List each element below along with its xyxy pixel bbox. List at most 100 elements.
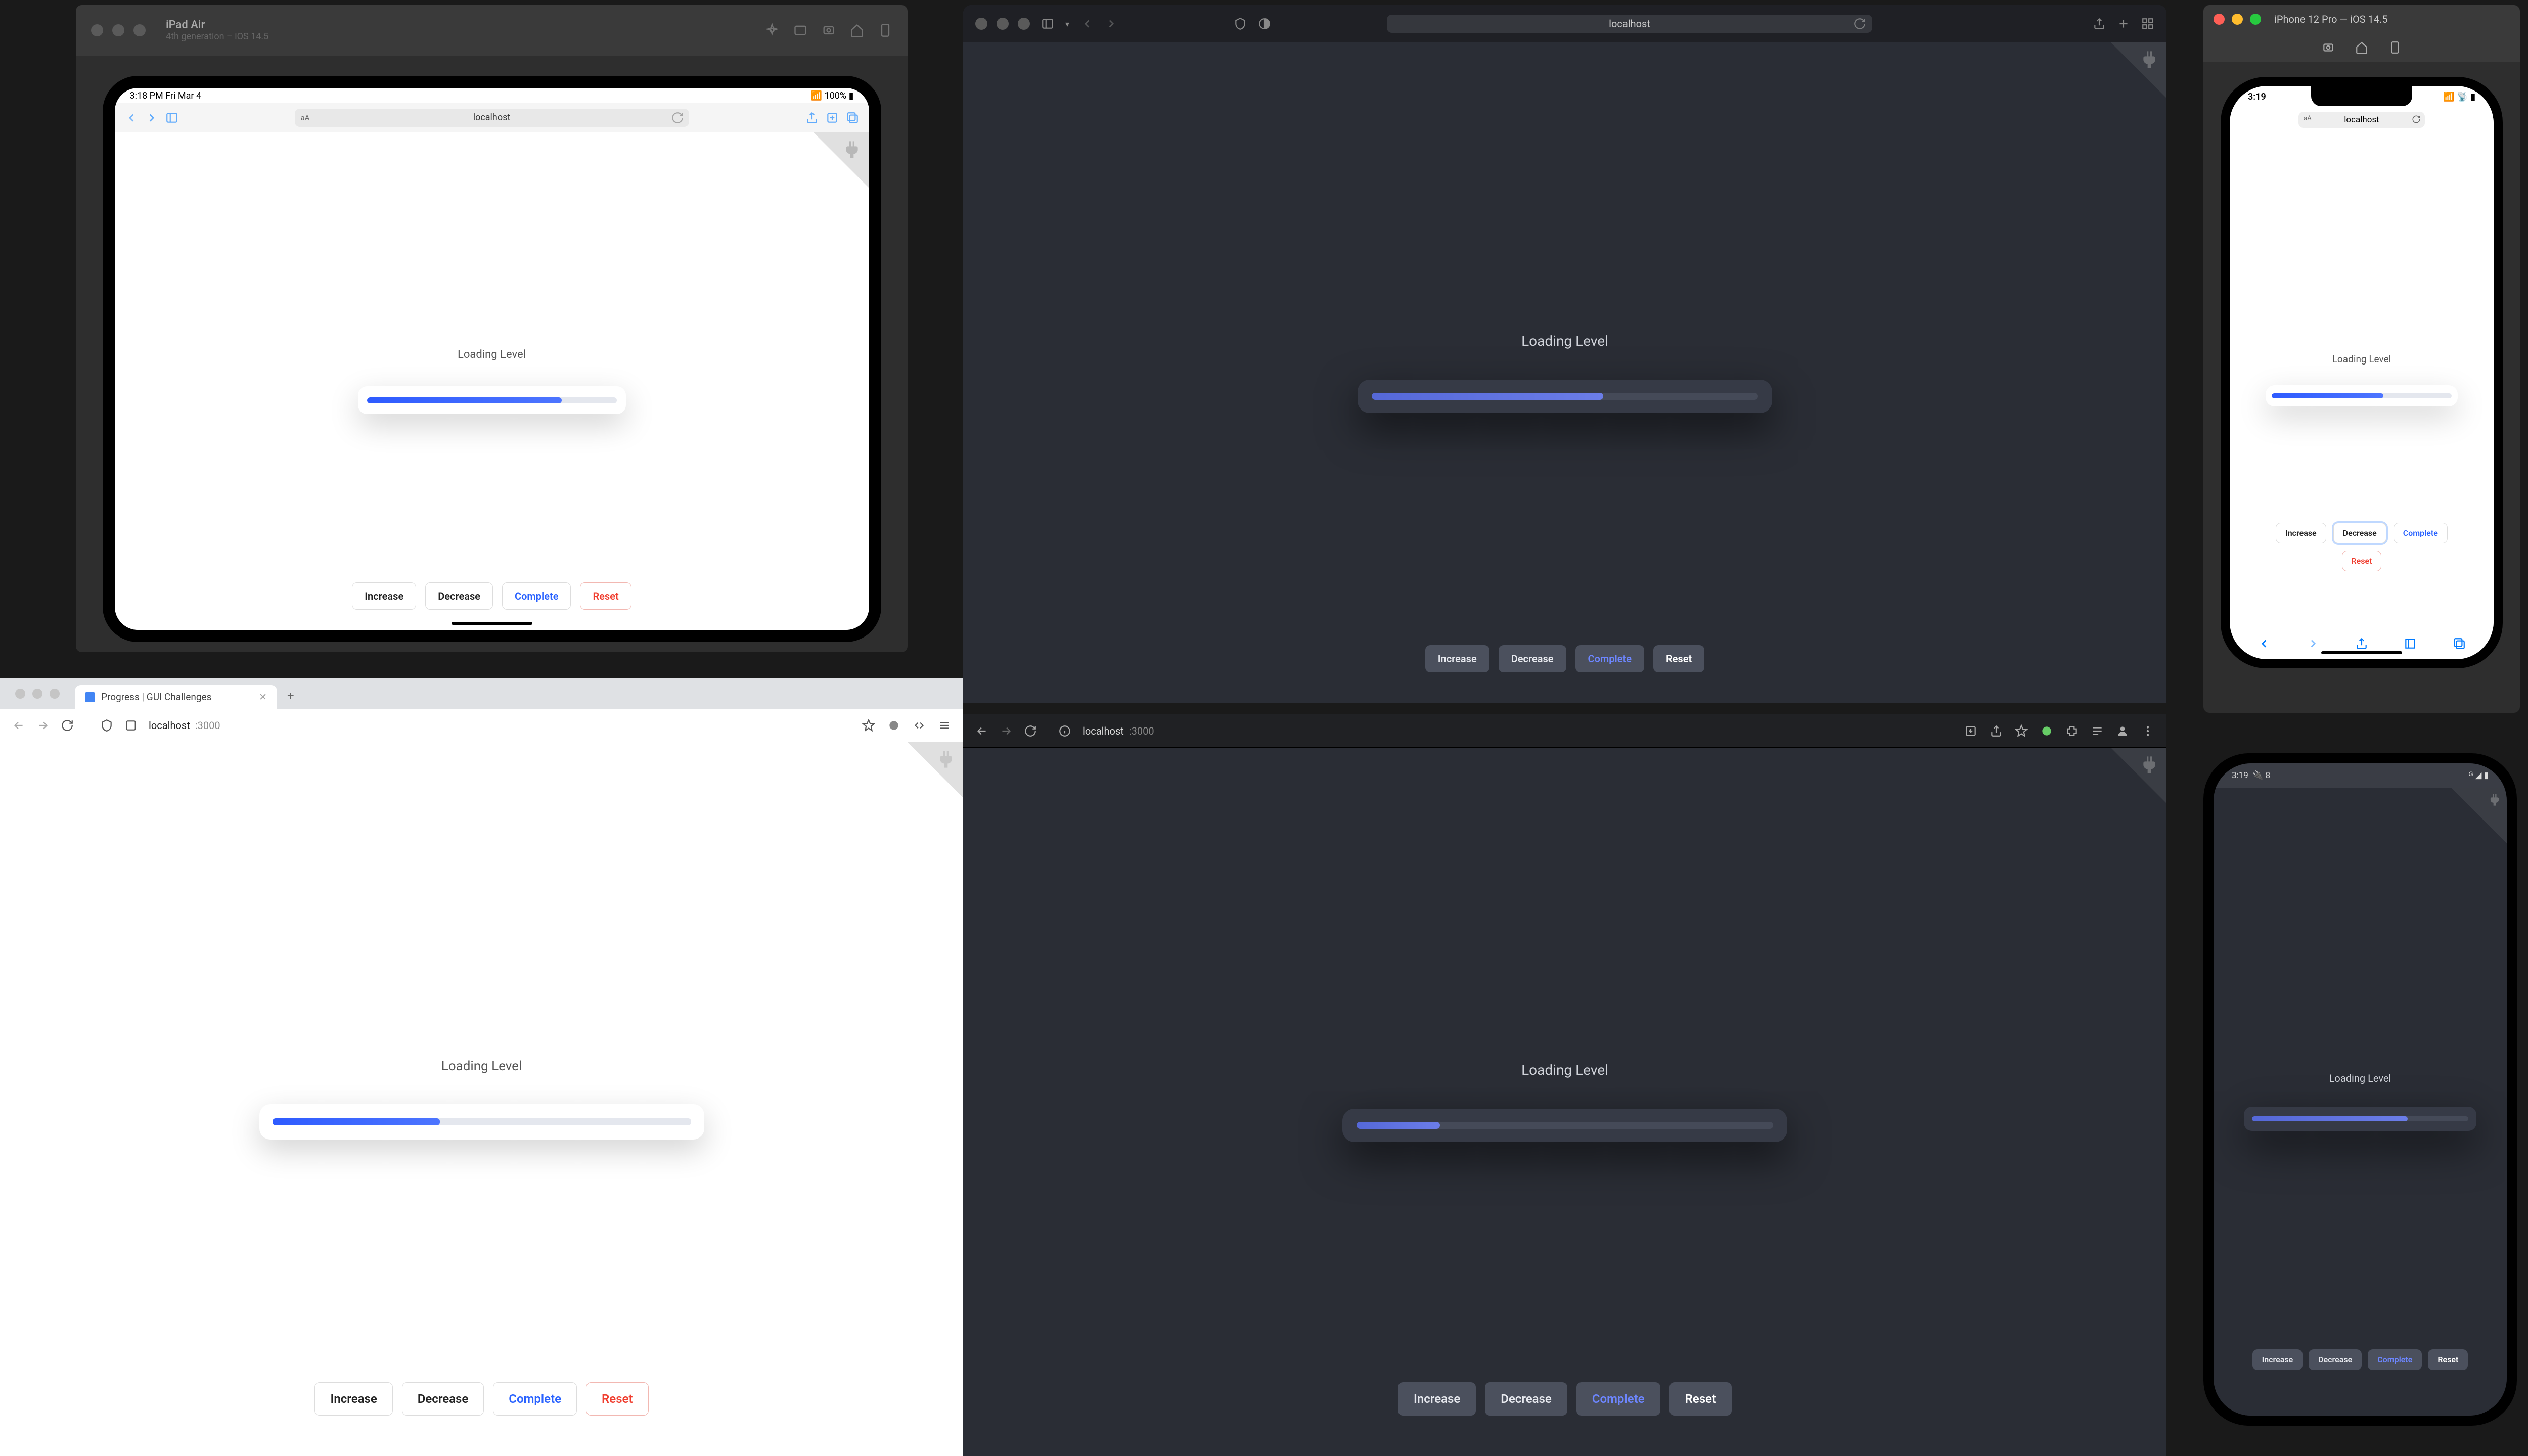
share-icon[interactable] — [1990, 724, 2003, 738]
complete-button[interactable]: Complete — [502, 582, 571, 610]
bookmarks-icon[interactable] — [2404, 637, 2417, 650]
close-window-icon[interactable] — [2214, 14, 2225, 25]
extension-icon[interactable] — [2040, 724, 2053, 738]
zoom-window-icon[interactable] — [50, 689, 60, 699]
screenshot-icon[interactable] — [793, 23, 807, 37]
refresh-icon[interactable] — [1024, 724, 1037, 738]
reader-aa-icon[interactable]: aA — [301, 113, 310, 122]
profile-icon[interactable] — [2116, 724, 2129, 738]
minimize-window-icon[interactable] — [2232, 14, 2243, 25]
rotate-icon[interactable] — [878, 23, 892, 37]
tabs-overview-icon[interactable] — [2141, 17, 2154, 30]
increase-button[interactable]: Increase — [1425, 645, 1489, 672]
close-window-icon[interactable] — [91, 24, 103, 36]
site-info-icon[interactable] — [124, 719, 138, 732]
refresh-icon[interactable] — [2412, 115, 2421, 124]
new-tab-icon[interactable] — [826, 111, 839, 124]
extension-icon[interactable] — [887, 719, 900, 732]
increase-button[interactable]: Increase — [1398, 1382, 1476, 1416]
appearance-icon[interactable] — [1258, 17, 1271, 30]
window-traffic-lights[interactable] — [975, 18, 1030, 30]
share-icon[interactable] — [2355, 637, 2368, 650]
browser-tab[interactable]: Progress | GUI Challenges ✕ — [75, 685, 277, 709]
shield-icon[interactable] — [1234, 17, 1247, 30]
complete-button[interactable]: Complete — [1576, 1382, 1660, 1416]
minimize-window-icon[interactable] — [32, 689, 42, 699]
forward-icon[interactable] — [1000, 724, 1013, 738]
back-icon[interactable] — [1080, 17, 1094, 30]
decrease-button[interactable]: Decrease — [402, 1382, 484, 1416]
url-field[interactable]: localhost — [1387, 15, 1872, 33]
complete-button[interactable]: Complete — [2394, 523, 2448, 543]
sidebar-icon[interactable] — [165, 111, 178, 124]
star-icon[interactable] — [862, 719, 875, 732]
reset-button[interactable]: Reset — [580, 582, 631, 610]
decrease-button[interactable]: Decrease — [2309, 1349, 2362, 1370]
install-icon[interactable] — [1964, 724, 1977, 738]
share-icon[interactable] — [805, 111, 819, 124]
screenshot2-icon[interactable] — [822, 23, 836, 37]
increase-button[interactable]: Increase — [352, 582, 416, 610]
complete-button[interactable]: Complete — [1575, 645, 1644, 672]
site-info-icon[interactable] — [1058, 724, 1071, 738]
decrease-button[interactable]: Decrease — [1485, 1382, 1567, 1416]
decrease-button[interactable]: Decrease — [1499, 645, 1566, 672]
extensions-puzzle-icon[interactable] — [2065, 724, 2079, 738]
shield-icon[interactable] — [100, 719, 113, 732]
menu-icon[interactable] — [2141, 724, 2154, 738]
increase-button[interactable]: Increase — [314, 1382, 392, 1416]
forward-icon[interactable] — [36, 719, 50, 732]
window-traffic-lights[interactable] — [15, 689, 60, 699]
url-field[interactable]: aA localhost — [2298, 112, 2425, 128]
close-window-icon[interactable] — [975, 18, 987, 30]
back-icon[interactable] — [2258, 637, 2271, 650]
address-field[interactable]: localhost:3000 — [1082, 725, 1154, 737]
sidebar-icon[interactable] — [1041, 17, 1054, 30]
tabs-icon[interactable] — [846, 111, 859, 124]
increase-button[interactable]: Increase — [2252, 1349, 2303, 1370]
forward-icon[interactable] — [1105, 17, 1118, 30]
reset-button[interactable]: Reset — [586, 1382, 648, 1416]
new-tab-icon[interactable] — [2117, 17, 2130, 30]
reader-aa-icon[interactable]: aA — [2304, 115, 2312, 122]
reading-list-icon[interactable] — [2091, 724, 2104, 738]
devtools-icon[interactable] — [913, 719, 926, 732]
zoom-window-icon[interactable] — [2250, 14, 2261, 25]
new-tab-button[interactable]: + — [277, 689, 304, 709]
minimize-window-icon[interactable] — [112, 24, 124, 36]
window-traffic-lights[interactable] — [2214, 14, 2261, 25]
pin-icon[interactable] — [765, 23, 779, 37]
complete-button[interactable]: Complete — [2368, 1349, 2422, 1370]
refresh-icon[interactable] — [671, 111, 684, 124]
close-window-icon[interactable] — [15, 689, 25, 699]
decrease-button[interactable]: Decrease — [2333, 523, 2386, 543]
home-icon[interactable] — [850, 23, 864, 37]
back-icon[interactable] — [975, 724, 988, 738]
refresh-icon[interactable] — [1853, 17, 1866, 30]
rotate-icon[interactable] — [2388, 41, 2402, 54]
url-field[interactable]: aA localhost — [295, 109, 689, 127]
forward-icon[interactable] — [2307, 637, 2320, 650]
refresh-icon[interactable] — [61, 719, 74, 732]
menu-icon[interactable] — [938, 719, 951, 732]
back-icon[interactable] — [125, 111, 138, 124]
decrease-button[interactable]: Decrease — [425, 582, 493, 610]
share-icon[interactable] — [2093, 17, 2106, 30]
screenshot-icon[interactable] — [2322, 41, 2335, 54]
complete-button[interactable]: Complete — [493, 1382, 577, 1416]
reset-button[interactable]: Reset — [1653, 645, 1704, 672]
home-icon[interactable] — [2355, 41, 2368, 54]
window-traffic-lights[interactable] — [91, 24, 146, 36]
minimize-window-icon[interactable] — [997, 18, 1009, 30]
forward-icon[interactable] — [145, 111, 158, 124]
zoom-window-icon[interactable] — [133, 24, 146, 36]
zoom-window-icon[interactable] — [1018, 18, 1030, 30]
reset-button[interactable]: Reset — [2428, 1349, 2468, 1370]
reset-button[interactable]: Reset — [2342, 551, 2382, 571]
close-tab-icon[interactable]: ✕ — [259, 691, 267, 703]
tabs-icon[interactable] — [2453, 637, 2466, 650]
back-icon[interactable] — [12, 719, 25, 732]
star-icon[interactable] — [2015, 724, 2028, 738]
reset-button[interactable]: Reset — [1669, 1382, 1732, 1416]
address-field[interactable]: localhost:3000 — [149, 719, 220, 732]
